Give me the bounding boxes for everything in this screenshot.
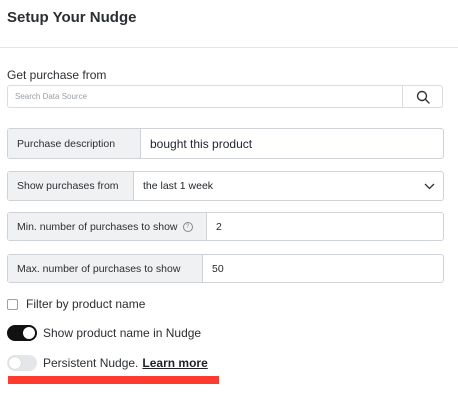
highlight-bar (8, 376, 219, 384)
show-product-name-label: Show product name in Nudge (43, 326, 202, 340)
chevron-down-icon (424, 183, 435, 189)
persistent-nudge-label: Persistent Nudge. (43, 356, 139, 370)
search-button[interactable] (402, 86, 442, 107)
max-purchases-input[interactable]: 50 (203, 255, 443, 282)
header-divider (0, 47, 458, 48)
show-product-name-toggle[interactable] (7, 325, 37, 341)
data-source-search (7, 85, 443, 108)
persistent-nudge-row: Persistent Nudge. Learn more (7, 355, 208, 371)
max-purchases-label: Max. number of purchases to show (8, 255, 203, 282)
purchase-description-label: Purchase description (8, 129, 141, 158)
filter-by-product-label: Filter by product name (26, 297, 146, 311)
min-purchases-label: Min. number of purchases to show (17, 220, 178, 233)
min-purchases-label-cell: Min. number of purchases to show ? (8, 213, 207, 240)
toggle-knob (9, 357, 21, 369)
search-icon (416, 90, 430, 104)
purchase-period-field: Show purchases from the last 1 week (7, 171, 444, 201)
purchase-period-value: the last 1 week (143, 180, 214, 192)
purchase-period-label: Show purchases from (8, 172, 134, 200)
min-purchases-input[interactable]: 2 (207, 213, 443, 240)
toggle-knob (23, 327, 35, 339)
purchase-description-input[interactable]: bought this product (141, 129, 443, 158)
persistent-nudge-toggle[interactable] (7, 355, 37, 371)
purchase-description-field: Purchase description bought this product (7, 128, 444, 159)
page-title: Setup Your Nudge (7, 9, 137, 26)
search-input[interactable] (8, 86, 418, 107)
purchase-period-select[interactable]: the last 1 week (134, 172, 443, 200)
show-product-name-row: Show product name in Nudge (7, 325, 201, 341)
filter-by-product-row: Filter by product name (7, 297, 145, 311)
filter-by-product-checkbox[interactable] (7, 298, 18, 310)
max-purchases-field: Max. number of purchases to show 50 (7, 254, 444, 283)
learn-more-link[interactable]: Learn more (142, 356, 207, 370)
source-label: Get purchase from (7, 68, 107, 82)
info-icon[interactable]: ? (182, 221, 193, 232)
min-purchases-field: Min. number of purchases to show ? 2 (7, 212, 444, 241)
